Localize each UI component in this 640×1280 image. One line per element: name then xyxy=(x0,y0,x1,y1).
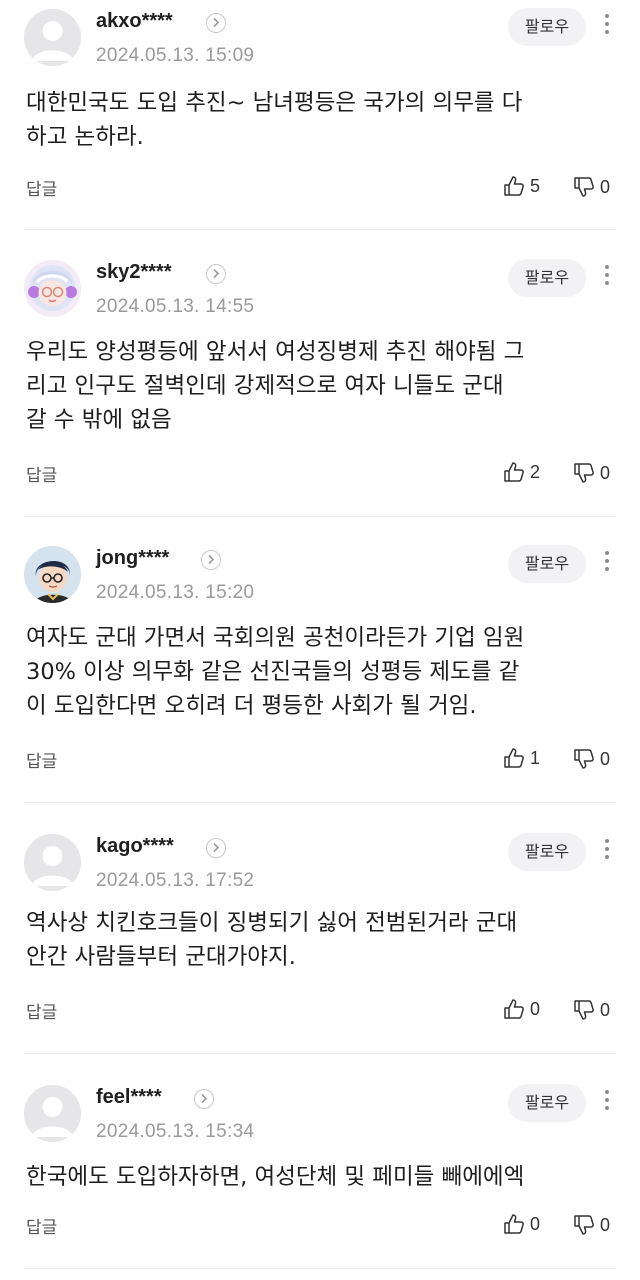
thumbs-down-icon xyxy=(574,1000,594,1020)
like-count: 2 xyxy=(530,461,541,482)
dislike-count: 0 xyxy=(600,748,611,769)
timestamp: 2024.05.13. 15:09 xyxy=(96,45,255,66)
character-avatar-glasses-icon xyxy=(24,260,81,317)
dislike-count: 0 xyxy=(600,999,611,1020)
reply-button[interactable]: 답글 xyxy=(26,998,57,1023)
reply-button[interactable]: 답글 xyxy=(26,175,57,200)
timestamp: 2024.05.13. 15:34 xyxy=(96,1121,255,1142)
user-avatar[interactable] xyxy=(24,546,81,603)
comment-text: 역사상 치킨호크들이 징병되기 싫어 전범된거라 군대 안간 사람들부터 군대가… xyxy=(26,906,616,974)
comment-line: 한국에도 도입하자하면, 여성단체 및 페미들 빼에에엑 xyxy=(26,1164,525,1190)
like-count: 1 xyxy=(530,747,541,768)
thumbs-up-icon xyxy=(504,462,524,482)
default-avatar-icon xyxy=(24,834,81,891)
thumbs-up-icon xyxy=(504,176,524,196)
username[interactable]: sky2**** xyxy=(96,261,172,284)
like-count: 0 xyxy=(530,998,541,1019)
chevron-right-icon[interactable] xyxy=(206,264,226,284)
comment-text: 대한민국도 도입 추진~ 남녀평등은 국가의 의무를 다 하고 논하라. xyxy=(26,86,616,154)
timestamp: 2024.05.13. 17:52 xyxy=(96,870,255,891)
user-avatar[interactable] xyxy=(24,834,81,891)
user-avatar[interactable] xyxy=(24,9,81,66)
thumbs-up-icon xyxy=(504,1214,524,1234)
reply-button[interactable]: 답글 xyxy=(26,461,57,486)
chevron-right-icon[interactable] xyxy=(201,550,221,570)
dislike-button[interactable]: 0 xyxy=(573,998,610,1022)
follow-button[interactable]: 팔로우 xyxy=(508,545,586,583)
thumbs-down-icon xyxy=(574,1215,594,1235)
dislike-button[interactable]: 0 xyxy=(573,747,610,771)
dislike-button[interactable]: 0 xyxy=(573,1213,610,1237)
thumbs-down-icon xyxy=(574,177,594,197)
thumbs-down-icon xyxy=(574,749,594,769)
thumbs-up-icon xyxy=(504,748,524,768)
username[interactable]: akxo**** xyxy=(96,10,173,33)
more-options-icon[interactable] xyxy=(598,11,616,41)
thumbs-up-icon xyxy=(504,999,524,1019)
user-avatar[interactable] xyxy=(24,1085,81,1142)
user-avatar[interactable] xyxy=(24,260,81,317)
comment-line: 30% 이상 의무화 같은 선진국들의 성평등 제도를 같 xyxy=(26,659,520,685)
username[interactable]: jong**** xyxy=(96,547,169,570)
follow-button[interactable]: 팔로우 xyxy=(508,833,586,871)
follow-button[interactable]: 팔로우 xyxy=(508,1084,586,1122)
comment-text: 한국에도 도입하자하면, 여성단체 및 페미들 빼에에엑 xyxy=(26,1160,616,1194)
more-options-icon[interactable] xyxy=(598,262,616,292)
character-avatar-boy-icon xyxy=(24,546,81,603)
comment-line: 하고 논하라. xyxy=(26,124,144,150)
like-count: 0 xyxy=(530,1213,541,1234)
reply-button[interactable]: 답글 xyxy=(26,1213,57,1238)
comment-line: 안간 사람들부터 군대가야지. xyxy=(26,944,296,970)
timestamp: 2024.05.13. 14:55 xyxy=(96,296,255,317)
comment-line: 리고 인구도 절벽인데 강제적으로 여자 니들도 군대 xyxy=(26,373,504,399)
dislike-button[interactable]: 0 xyxy=(573,175,610,199)
chevron-right-icon[interactable] xyxy=(194,1089,214,1109)
comment-divider xyxy=(24,1268,616,1269)
username[interactable]: kago**** xyxy=(96,835,174,858)
chevron-right-icon[interactable] xyxy=(206,838,226,858)
dislike-count: 0 xyxy=(600,462,611,483)
comment-line: 대한민국도 도입 추진~ 남녀평등은 국가의 의무를 다 xyxy=(26,90,523,116)
dislike-button[interactable]: 0 xyxy=(573,461,610,485)
comment-line: 우리도 양성평등에 앞서서 여성징병제 추진 해야됨 그 xyxy=(26,339,525,365)
comment-divider xyxy=(24,229,616,230)
comment-divider xyxy=(24,802,616,803)
comment-line: 이 도입한다면 오히려 더 평등한 사회가 될 거임. xyxy=(26,693,477,719)
like-button[interactable]: 0 xyxy=(503,1212,540,1236)
comment-line: 갈 수 밖에 없음 xyxy=(26,407,172,433)
thumbs-down-icon xyxy=(574,463,594,483)
chevron-right-icon[interactable] xyxy=(206,13,226,33)
dislike-count: 0 xyxy=(600,176,611,197)
follow-button[interactable]: 팔로우 xyxy=(508,259,586,297)
username[interactable]: feel**** xyxy=(96,1086,162,1109)
follow-button[interactable]: 팔로우 xyxy=(508,8,586,46)
comment-text: 여자도 군대 가면서 국회의원 공천이라든가 기업 임원 30% 이상 의무화 … xyxy=(26,621,616,723)
more-options-icon[interactable] xyxy=(598,548,616,578)
more-options-icon[interactable] xyxy=(598,836,616,866)
dislike-count: 0 xyxy=(600,1214,611,1235)
comment-divider xyxy=(24,1053,616,1054)
like-button[interactable]: 1 xyxy=(503,746,540,770)
comment-line: 여자도 군대 가면서 국회의원 공천이라든가 기업 임원 xyxy=(26,625,525,651)
comment-text: 우리도 양성평등에 앞서서 여성징병제 추진 해야됨 그 리고 인구도 절벽인데… xyxy=(26,335,616,437)
like-button[interactable]: 2 xyxy=(503,460,540,484)
like-count: 5 xyxy=(530,175,541,196)
like-button[interactable]: 5 xyxy=(503,174,540,198)
default-avatar-icon xyxy=(24,1085,81,1142)
comment-line: 역사상 치킨호크들이 징병되기 싫어 전범된거라 군대 xyxy=(26,910,518,936)
default-avatar-icon xyxy=(24,9,81,66)
reply-button[interactable]: 답글 xyxy=(26,747,57,772)
timestamp: 2024.05.13. 15:20 xyxy=(96,582,255,603)
more-options-icon[interactable] xyxy=(598,1087,616,1117)
like-button[interactable]: 0 xyxy=(503,997,540,1021)
comment-divider xyxy=(24,516,616,517)
